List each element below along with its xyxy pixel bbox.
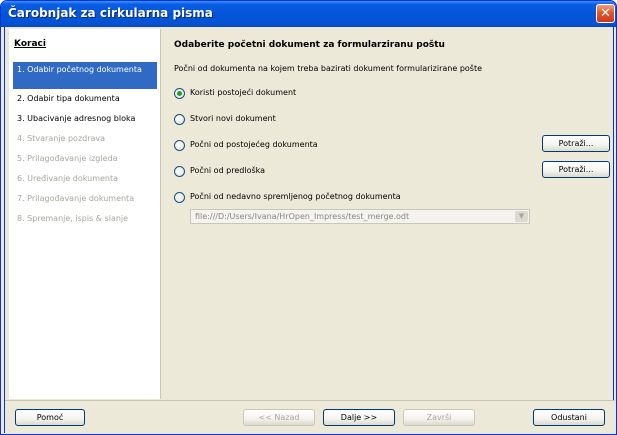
cancel-button[interactable]: Odustani <box>533 409 605 426</box>
page-title: Odaberite početni dokument za formularzi… <box>174 40 445 50</box>
next-button[interactable]: Dalje >> <box>323 409 395 426</box>
page-description: Počni od dokumenta na kojem treba bazira… <box>174 64 483 73</box>
option-start-from-template[interactable]: Počni od predloška <box>174 165 424 179</box>
option-label: Počni od postojećeg dokumenta <box>190 140 318 149</box>
step-select-document-type[interactable]: 2. Odabir tipa dokumenta <box>13 92 157 112</box>
recent-document-dropdown: file:///D:/Users/Ivana/HrOpen_Impress/te… <box>190 209 530 224</box>
option-label: Počni od nedavno spremljenog početnog do… <box>190 192 401 201</box>
option-recent-starting-document[interactable]: Počni od nedavno spremljenog početnog do… <box>174 191 474 205</box>
option-label: Stvori novi dokument <box>190 114 276 123</box>
option-use-current-document[interactable]: Koristi postojeći dokument <box>174 87 374 101</box>
option-create-new-document[interactable]: Stvori novi dokument <box>174 113 374 127</box>
radio-button[interactable] <box>174 166 185 177</box>
step-personalize-document: 7. Prilagođavanje dokumenta <box>17 194 135 203</box>
radio-button[interactable] <box>174 114 185 125</box>
option-start-from-existing[interactable]: Počni od postojećeg dokumenta <box>174 139 424 153</box>
option-label: Počni od predloška <box>190 166 266 175</box>
radio-button[interactable] <box>174 192 185 203</box>
step-adjust-layout: 5. Prilagođavanje izgleda <box>17 154 118 163</box>
window-title: Čarobnjak za cirkularna pisma <box>8 6 213 20</box>
dialog-body: Koraci 1. Odabir početnog dokumenta 2. O… <box>4 27 615 433</box>
step-select-starting-document[interactable]: 1. Odabir početnog dokumenta <box>13 62 157 89</box>
close-button[interactable]: ✕ <box>596 4 615 23</box>
close-icon: ✕ <box>600 6 611 21</box>
finish-button: Završi <box>403 409 475 426</box>
radio-button-selected[interactable] <box>174 88 185 99</box>
steps-list: 1. Odabir početnog dokumenta 2. Odabir t… <box>13 62 157 232</box>
browse-template-button[interactable]: Potraži... <box>542 161 610 178</box>
step-insert-address-block[interactable]: 3. Ubacivanje adresnog bloka <box>13 112 157 132</box>
button-bar: Pomoć << Nazad Dalje >> Završi Odustani <box>5 400 615 433</box>
steps-sidebar: Koraci 1. Odabir početnog dokumenta 2. O… <box>9 29 161 399</box>
steps-heading: Koraci <box>14 39 46 49</box>
back-button: << Nazad <box>243 409 315 426</box>
step-save-print-send: 8. Spremanje, ispis & slanje <box>17 214 129 223</box>
step-create-salutation: 4. Stvaranje pozdrava <box>17 134 106 143</box>
browse-existing-button[interactable]: Potraži... <box>542 135 610 152</box>
step-content-panel: Odaberite početni dokument za formularzi… <box>162 29 615 399</box>
step-edit-document: 6. Uređivanje dokumenta <box>17 174 119 183</box>
title-bar[interactable]: Čarobnjak za cirkularna pisma ✕ <box>1 1 616 27</box>
radio-button[interactable] <box>174 140 185 151</box>
chevron-down-icon: ▼ <box>515 211 528 222</box>
mail-merge-wizard-window: Čarobnjak za cirkularna pisma ✕ Koraci 1… <box>0 0 617 435</box>
help-button[interactable]: Pomoć <box>15 409 85 426</box>
recent-document-path: file:///D:/Users/Ivana/HrOpen_Impress/te… <box>195 212 410 221</box>
option-label: Koristi postojeći dokument <box>190 88 297 97</box>
